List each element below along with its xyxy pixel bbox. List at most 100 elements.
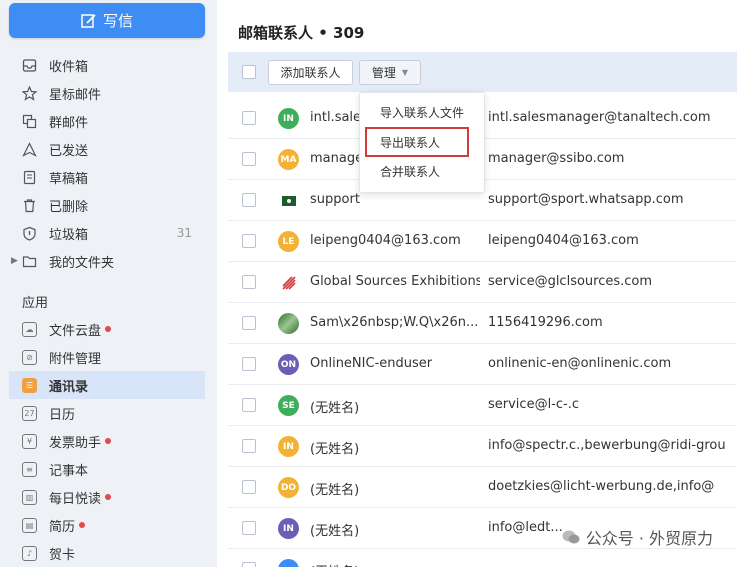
app-cloud-drive-label: 文件云盘 (49, 323, 102, 339)
sidebar: 写信 收件箱 星标邮件 群邮件 已发送 草稿箱 已删除 垃圾箱 31 ▶ 我的文… (0, 0, 216, 567)
caret-right-icon[interactable]: ▶ (11, 256, 18, 266)
app-resume-label: 简历 (49, 519, 76, 535)
contact-row[interactable]: Global Sources Exhibitions service@glclso… (228, 262, 737, 303)
app-invoice-label: 发票助手 (49, 435, 102, 451)
contact-email: doetzkies@licht-werbung.de,info@ (488, 479, 715, 494)
nav-sent[interactable]: 已发送 (0, 135, 216, 163)
avatar: SE (278, 395, 299, 416)
manage-label: 管理 (371, 66, 396, 80)
nav-spam[interactable]: 垃圾箱 31 (0, 219, 216, 247)
chevron-down-icon: ▼ (401, 68, 409, 77)
compose-button[interactable]: 写信 (9, 3, 205, 38)
row-checkbox[interactable] (242, 152, 256, 166)
contact-name[interactable]: leipeng0404@163.com (310, 233, 480, 248)
nav-drafts[interactable]: 草稿箱 (0, 163, 216, 191)
invoice-icon: ¥ (22, 433, 37, 449)
app-calendar[interactable]: 27 日历 (0, 399, 216, 427)
star-icon (22, 85, 37, 101)
watermark: 公众号 · 外贸原力 (562, 525, 713, 549)
app-contacts-label: 通讯录 (49, 379, 89, 395)
app-invoice[interactable]: ¥ 发票助手 (0, 427, 216, 455)
contact-name[interactable]: (无姓名) (310, 397, 480, 416)
attachment-icon: ⊘ (22, 349, 37, 365)
book-icon: ▥ (22, 489, 37, 505)
app-notes[interactable]: ≡ 记事本 (0, 455, 216, 483)
contact-row[interactable]: ON OnlineNIC-enduser onlinenic-en@onlineni… (228, 344, 737, 385)
row-checkbox[interactable] (242, 316, 256, 330)
nav-group[interactable]: 群邮件 (0, 107, 216, 135)
avatar: IN (278, 436, 299, 457)
contact-name[interactable]: (无姓名) (310, 520, 480, 539)
avatar (278, 559, 299, 567)
contact-name[interactable]: OnlineNIC-enduser (310, 356, 480, 371)
avatar: ON (278, 354, 299, 375)
app-contacts[interactable]: ☰ 通讯录 (9, 371, 205, 399)
contact-email: support@sport.whatsapp.com (488, 192, 684, 207)
row-checkbox[interactable] (242, 439, 256, 453)
contact-row[interactable]: IN (无姓名) info@spectr.c.,bewerbung@ridi-gro… (228, 426, 737, 467)
contact-name[interactable]: support (310, 192, 480, 207)
app-notes-label: 记事本 (49, 463, 89, 479)
row-checkbox[interactable] (242, 480, 256, 494)
add-contact-button[interactable]: 添加联系人 (268, 60, 353, 85)
folder-icon (22, 254, 37, 269)
app-cloud-drive[interactable]: ☁ 文件云盘 (0, 315, 216, 343)
contact-row[interactable]: LE leipeng0404@163.com leipeng0404@163.com (228, 221, 737, 262)
app-daily-read[interactable]: ▥ 每日悦读 (0, 483, 216, 511)
drafts-icon (22, 170, 37, 185)
contact-row[interactable]: Sam\x26nbsp;W.Q\x26n... 1156419296.com (228, 303, 737, 344)
wechat-icon (562, 530, 580, 544)
nav-deleted-label: 已删除 (49, 199, 89, 215)
contact-name[interactable]: Global Sources Exhibitions (310, 274, 480, 289)
contact-name[interactable]: (无姓名) (310, 438, 480, 457)
nav-inbox[interactable]: 收件箱 (0, 51, 216, 79)
avatar: DO (278, 477, 299, 498)
row-checkbox[interactable] (242, 193, 256, 207)
spam-count: 31 (176, 226, 192, 240)
contacts-toolbar: 添加联系人 管理 ▼ (228, 52, 737, 92)
nav-starred-label: 星标邮件 (49, 87, 102, 103)
row-checkbox[interactable] (242, 357, 256, 371)
menu-export-contacts[interactable]: 导出联系人 (365, 127, 469, 157)
menu-merge-contacts[interactable]: 合并联系人 (360, 157, 484, 186)
contact-email: leipeng0404@163.com (488, 233, 639, 248)
app-cards-label: 贺卡 (49, 547, 76, 563)
nav-starred[interactable]: 星标邮件 (0, 79, 216, 107)
avatar (278, 313, 299, 334)
app-attachments-label: 附件管理 (49, 351, 102, 367)
row-checkbox[interactable] (242, 562, 256, 567)
sent-icon (22, 141, 37, 157)
row-checkbox[interactable] (242, 275, 256, 289)
row-checkbox[interactable] (242, 111, 256, 125)
contact-name[interactable]: (无姓名) (310, 479, 480, 498)
manage-button[interactable]: 管理 ▼ (359, 60, 421, 85)
avatar: LE (278, 231, 299, 252)
nav-deleted[interactable]: 已删除 (0, 191, 216, 219)
menu-import-contacts[interactable]: 导入联系人文件 (360, 98, 484, 127)
contacts-panel: 邮箱联系人 • 309 添加联系人 管理 ▼ IN intl.sales intl.… (217, 0, 737, 567)
app-attachments[interactable]: ⊘ 附件管理 (0, 343, 216, 371)
nav-sent-label: 已发送 (49, 143, 89, 159)
avatar (278, 190, 299, 211)
apps-section-title: 应用 (22, 295, 49, 311)
music-card-icon: ♪ (22, 545, 37, 561)
nav-folders[interactable]: ▶ 我的文件夹 (0, 247, 216, 275)
contact-name[interactable]: Sam\x26nbsp;W.Q\x26n... (310, 315, 480, 330)
group-mail-icon (22, 114, 37, 129)
inbox-icon (22, 58, 37, 73)
app-resume[interactable]: ▤ 简历 (0, 511, 216, 539)
contact-email: onlinenic-en@onlinenic.com (488, 356, 672, 371)
contact-row[interactable]: DO (无姓名) doetzkies@licht-werbung.de,info@ (228, 467, 737, 508)
select-all-checkbox[interactable] (242, 65, 256, 79)
contact-email: service@glclsources.com (488, 274, 653, 289)
contact-email: info@spectr.c.,bewerbung@ridi-grou (488, 438, 726, 453)
row-checkbox[interactable] (242, 398, 256, 412)
row-checkbox[interactable] (242, 234, 256, 248)
manage-dropdown-menu: 导入联系人文件 导出联系人 合并联系人 (359, 92, 485, 193)
app-cards[interactable]: ♪ 贺卡 (0, 539, 216, 567)
notepad-icon: ≡ (22, 461, 37, 477)
row-checkbox[interactable] (242, 521, 256, 535)
contact-name[interactable]: (无姓名) (310, 561, 480, 567)
contact-row[interactable]: SE (无姓名) service@l-c-.c (228, 385, 737, 426)
contact-row[interactable]: (无姓名) (228, 549, 737, 567)
